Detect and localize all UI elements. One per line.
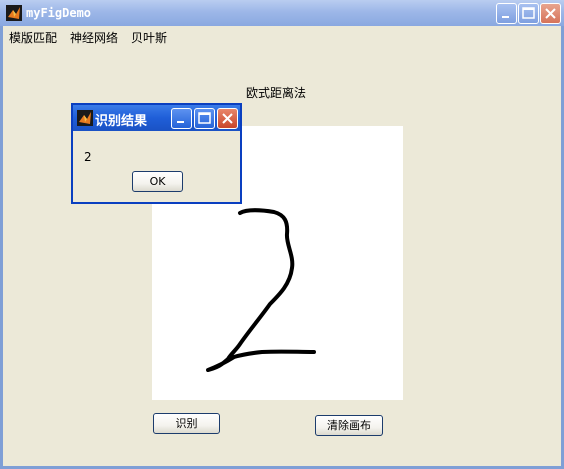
dialog-close-button[interactable] (217, 108, 238, 129)
window-title: myFigDemo (26, 6, 92, 20)
close-icon (222, 113, 233, 124)
dialog-message: 2 (84, 150, 92, 164)
menu-template-matching[interactable]: 模版匹配 (9, 29, 57, 46)
clear-canvas-button[interactable]: 清除画布 (315, 415, 383, 436)
close-button[interactable] (540, 3, 561, 24)
menu-bar: 模版匹配 神经网络 贝叶斯 (3, 26, 561, 46)
dialog-title-bar[interactable]: 识别结果 (73, 105, 240, 131)
maximize-icon (522, 7, 535, 19)
dialog-title: 识别结果 (95, 114, 148, 129)
matlab-icon (77, 110, 93, 126)
maximize-button[interactable] (518, 3, 539, 24)
matlab-icon (6, 5, 22, 21)
result-dialog: 识别结果 2 OK (71, 103, 242, 204)
ok-button[interactable]: OK (132, 171, 183, 192)
title-bar[interactable]: myFigDemo (0, 0, 564, 26)
figure-title: 欧式距离法 (246, 86, 307, 100)
menu-bayes[interactable]: 贝叶斯 (131, 29, 167, 46)
minimize-icon (502, 16, 509, 18)
close-icon (545, 8, 556, 19)
minimize-icon (177, 121, 184, 123)
maximize-icon (198, 112, 211, 124)
menu-neural-network[interactable]: 神经网络 (70, 29, 118, 46)
main-window: myFigDemo 模版匹配 神经网络 贝叶斯 欧式距离法 识别 清除画布 识别… (0, 0, 564, 469)
recognize-button[interactable]: 识别 (153, 413, 220, 434)
minimize-button[interactable] (496, 3, 517, 24)
dialog-maximize-button[interactable] (194, 108, 215, 129)
dialog-minimize-button[interactable] (171, 108, 192, 129)
